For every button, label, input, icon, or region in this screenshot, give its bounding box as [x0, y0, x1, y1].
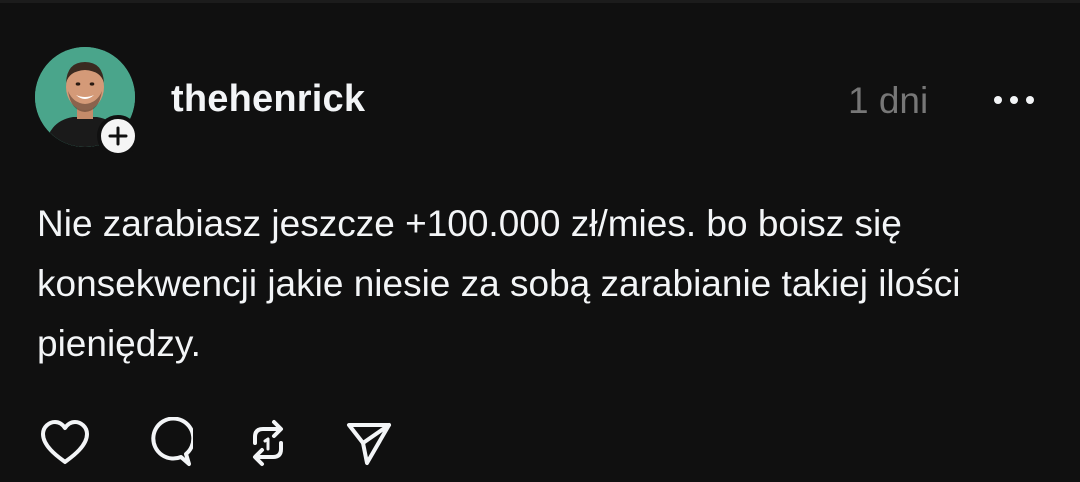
- follow-button[interactable]: [97, 115, 139, 157]
- author-username[interactable]: thehenrick: [171, 78, 365, 121]
- like-button[interactable]: [35, 413, 95, 473]
- share-button[interactable]: [339, 413, 399, 473]
- plus-icon: [108, 126, 128, 146]
- ellipsis-icon: [994, 96, 1034, 104]
- send-icon: [347, 423, 391, 465]
- repost-button[interactable]: [238, 413, 298, 473]
- reply-button[interactable]: [137, 413, 197, 473]
- post-body-text: Nie zarabiasz jeszcze +100.000 zł/mies. …: [37, 203, 961, 364]
- top-divider: [0, 0, 1080, 3]
- comment-icon: [151, 417, 193, 466]
- more-options-button[interactable]: [984, 82, 1044, 118]
- repost-icon: [253, 420, 283, 466]
- author-avatar-container[interactable]: [35, 47, 145, 157]
- heart-icon: [41, 420, 89, 464]
- post-timestamp: 1 dni: [848, 80, 929, 121]
